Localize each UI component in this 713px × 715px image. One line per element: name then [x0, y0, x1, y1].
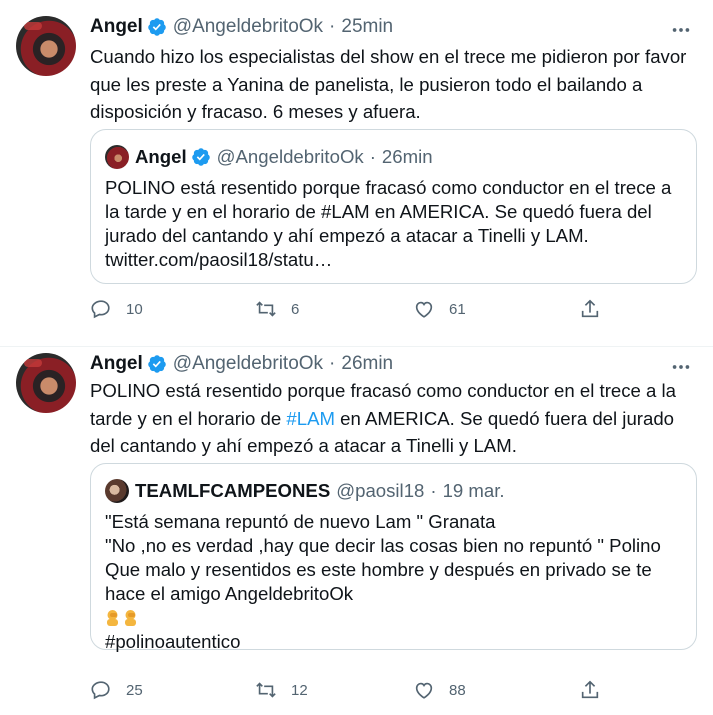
quoted-author-handle: @paosil18: [336, 480, 425, 501]
reply-button[interactable]: 10: [90, 298, 143, 320]
more-options-button[interactable]: [669, 355, 693, 379]
reply-icon: [91, 681, 110, 700]
quoted-tweet[interactable]: Angel @AngeldebritoOk · 26min POLINO est…: [90, 129, 697, 284]
reply-count: 25: [126, 681, 143, 699]
author-name[interactable]: Angel: [90, 16, 143, 38]
avatar[interactable]: [16, 16, 76, 76]
author-handle[interactable]: @AngeldebritoOk: [173, 353, 323, 375]
share-icon: [581, 299, 599, 318]
more-horizontal-icon: [672, 365, 690, 369]
separator: ·: [430, 480, 437, 501]
quoted-tweet-header: Angel @AngeldebritoOk · 26min: [105, 145, 433, 169]
share-icon: [581, 680, 599, 699]
retweet-count: 6: [291, 300, 300, 318]
quoted-timestamp: 19 mar.: [442, 480, 505, 501]
quoted-text-body: "Está semana repuntó de nuevo Lam " Gran…: [105, 511, 661, 604]
retweet-icon: [256, 682, 276, 698]
quoted-tweet-text: "Está semana repuntó de nuevo Lam " Gran…: [105, 510, 685, 654]
reply-button[interactable]: 25: [90, 679, 143, 701]
heart-icon: [415, 682, 433, 699]
separator: ·: [329, 16, 336, 37]
more-horizontal-icon: [672, 28, 690, 32]
tweet-header: Angel @AngeldebritoOk · 25min: [90, 16, 393, 38]
avatar: [105, 145, 129, 169]
retweet-button[interactable]: 12: [255, 679, 308, 701]
author-name[interactable]: Angel: [90, 353, 143, 375]
quoted-tweet-header: TEAMLFCAMPEONES @paosil18 · 19 mar.: [105, 479, 505, 503]
retweet-button[interactable]: 6: [255, 298, 299, 320]
quoted-tweet[interactable]: TEAMLFCAMPEONES @paosil18 · 19 mar. "Est…: [90, 463, 697, 652]
more-options-button[interactable]: [669, 18, 693, 42]
tweet-header: Angel @AngeldebritoOk · 26min: [90, 353, 393, 375]
person-facepalming-emoji-icon: [107, 610, 118, 626]
facepalm-emoji-group: [105, 607, 141, 628]
tweet-actions: 10 6 61: [90, 298, 690, 328]
like-count: 61: [449, 300, 466, 318]
verified-badge-icon: [148, 18, 166, 36]
timestamp[interactable]: 25min: [341, 16, 393, 38]
quoted-hashtag: #polinoautentico: [105, 631, 241, 652]
quoted-tweet-text: POLINO está resentido porque fracasó com…: [105, 177, 672, 270]
retweet-count: 12: [291, 681, 308, 699]
timestamp[interactable]: 26min: [341, 353, 393, 375]
tweet-text: POLINO está resentido porque fracasó com…: [90, 377, 690, 460]
heart-icon: [415, 301, 433, 318]
separator: ·: [369, 146, 376, 167]
tweet[interactable]: Angel @AngeldebritoOk · 26min POLINO est…: [0, 347, 713, 715]
quoted-author-name: TEAMLFCAMPEONES: [135, 480, 331, 501]
person-facepalming-emoji-icon: [125, 610, 136, 626]
author-handle[interactable]: @AngeldebritoOk: [173, 16, 323, 38]
reply-count: 10: [126, 300, 143, 318]
tweet[interactable]: Angel @AngeldebritoOk · 25min Cuando hiz…: [0, 0, 713, 347]
share-button[interactable]: [579, 298, 601, 320]
tweet-actions: 25 12 88: [90, 679, 690, 709]
avatar: [105, 479, 129, 503]
like-count: 88: [449, 681, 466, 699]
tweet-text: Cuando hizo los especialistas del show e…: [90, 46, 687, 122]
avatar[interactable]: [16, 353, 76, 413]
separator: ·: [329, 353, 336, 374]
verified-badge-icon: [148, 355, 166, 373]
reply-icon: [91, 300, 110, 319]
verified-badge-icon: [191, 148, 210, 166]
quoted-author-name: Angel: [135, 146, 187, 167]
like-button[interactable]: 88: [413, 679, 466, 701]
share-button[interactable]: [579, 679, 601, 701]
quoted-timestamp: 26min: [381, 146, 433, 167]
hashtag-link[interactable]: #LAM: [286, 408, 335, 429]
quoted-author-handle: @AngeldebritoOk: [216, 146, 364, 167]
retweet-icon: [256, 301, 276, 317]
like-button[interactable]: 61: [413, 298, 466, 320]
